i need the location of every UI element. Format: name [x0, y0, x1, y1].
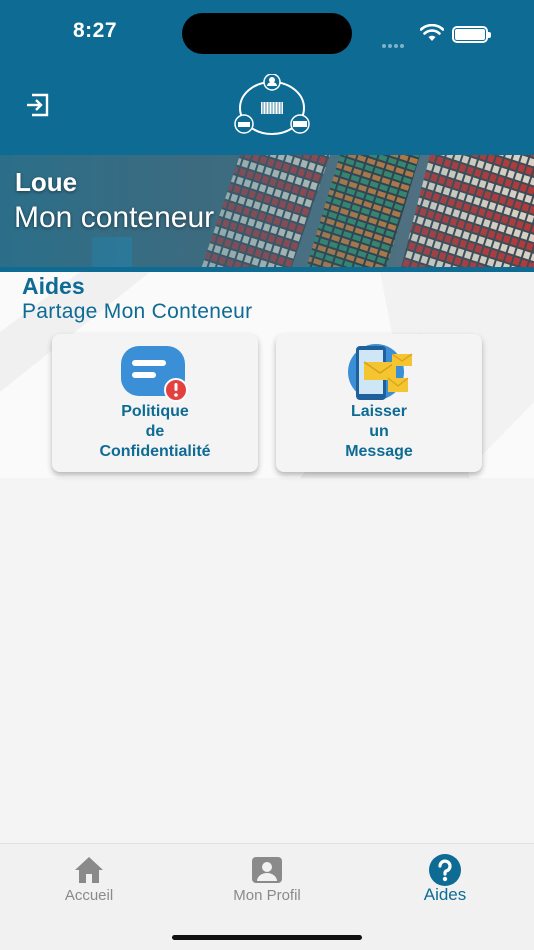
- privacy-alert-icon: [121, 346, 188, 402]
- tab-aides[interactable]: Aides: [356, 844, 534, 914]
- tab-accueil[interactable]: Accueil: [0, 844, 178, 914]
- leave-message-card[interactable]: Laisser un Message: [276, 334, 482, 472]
- help-icon: [429, 854, 461, 886]
- page-subtitle: Partage Mon Conteneur: [22, 300, 253, 323]
- dynamic-island: [182, 13, 352, 54]
- tab-accueil-label: Accueil: [64, 887, 114, 904]
- message-phone-icon: [348, 344, 413, 400]
- privacy-policy-card[interactable]: Politique de Confidentialité: [52, 334, 258, 472]
- profile-icon: [252, 857, 282, 883]
- home-icon: [75, 857, 103, 883]
- logout-icon[interactable]: [24, 92, 52, 118]
- app-header: 8:27: [0, 0, 534, 155]
- network-logo-icon: [234, 74, 310, 135]
- home-indicator: [172, 935, 362, 940]
- signal-icon: [382, 35, 410, 48]
- wifi-icon: [420, 24, 444, 41]
- banner-subtitle: Mon conteneur: [14, 201, 215, 234]
- status-icons: [382, 22, 492, 48]
- tab-aides-label: Aides: [423, 885, 467, 904]
- status-time: 8:27: [73, 19, 118, 42]
- tab-bar: Accueil Mon Profil Aides: [0, 843, 534, 950]
- battery-icon: [452, 26, 491, 43]
- tab-mon-profil-label: Mon Profil: [233, 887, 301, 904]
- banner-title: Loue: [15, 167, 78, 197]
- tab-mon-profil[interactable]: Mon Profil: [178, 844, 356, 914]
- page-title: Aides: [22, 273, 85, 299]
- privacy-policy-label: Politique de Confidentialité: [99, 403, 211, 460]
- leave-message-label: Laisser un Message: [345, 403, 413, 460]
